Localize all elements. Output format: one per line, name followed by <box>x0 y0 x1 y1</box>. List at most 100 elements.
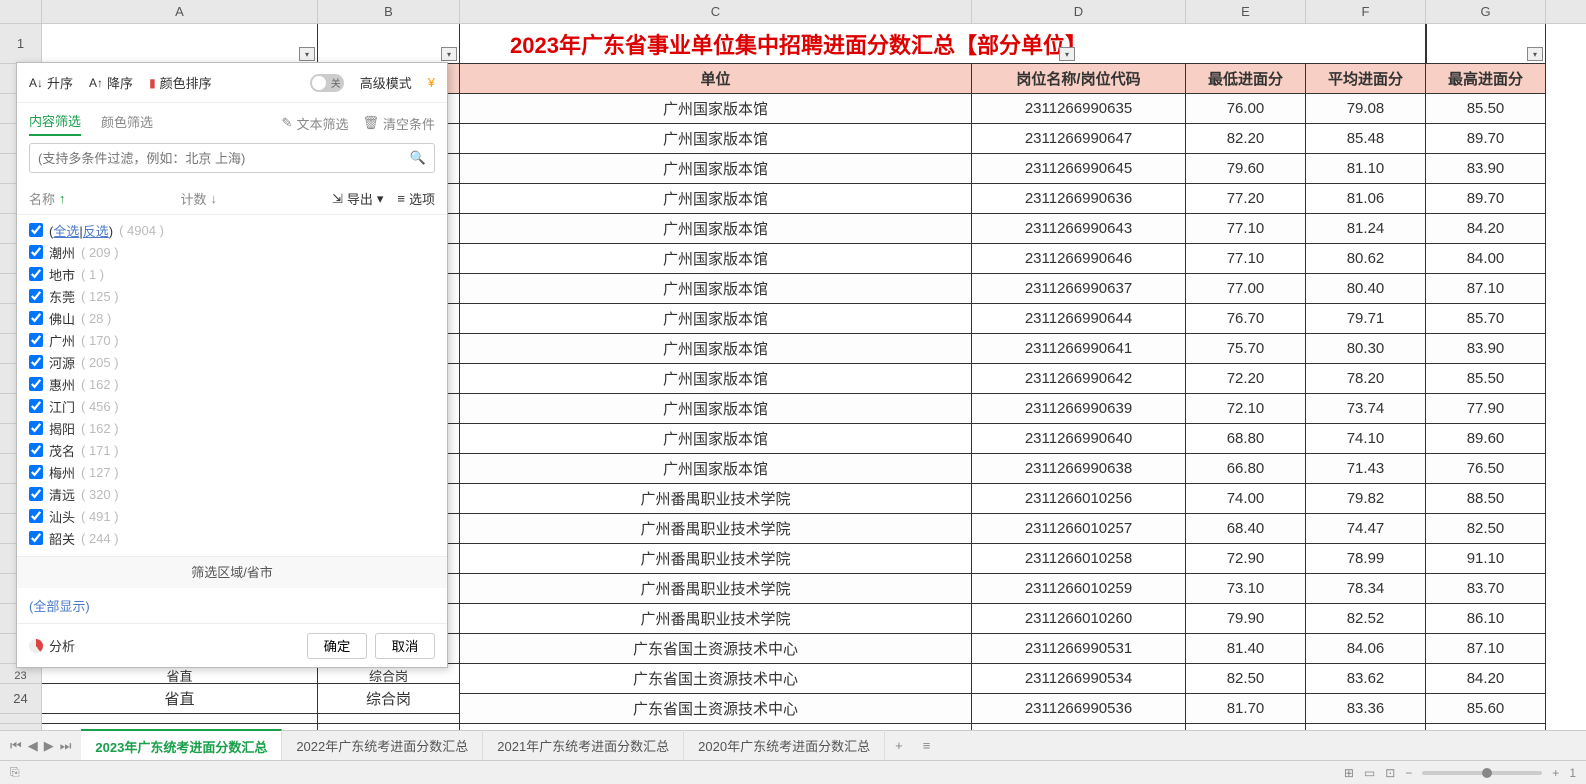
cell-min[interactable]: 81.40 <box>1186 634 1306 664</box>
cell-min[interactable]: 77.10 <box>1186 244 1306 274</box>
filter-item-checkbox[interactable] <box>29 289 43 303</box>
cell-avg[interactable]: 80.62 <box>1306 244 1426 274</box>
filter-item-list[interactable]: (全选|反选) ( 4904 ) 潮州( 209 )地市( 1 )东莞( 125… <box>17 215 447 556</box>
filter-list-item[interactable]: 茂名( 171 ) <box>29 439 435 461</box>
filter-dropdown-icon[interactable]: ▾ <box>1059 47 1075 61</box>
cell-max[interactable]: 89.70 <box>1426 124 1546 154</box>
sheet-tab-2023[interactable]: 2023年广东统考进面分数汇总 <box>81 729 282 762</box>
cell-code[interactable]: 2311266990536 <box>972 694 1186 724</box>
cell-code[interactable]: 2311266010257 <box>972 514 1186 544</box>
cell-min[interactable]: 68.80 <box>1186 424 1306 454</box>
cell-min[interactable]: 75.70 <box>1186 334 1306 364</box>
cell-max[interactable]: 87.10 <box>1426 634 1546 664</box>
cell-24-A[interactable]: 省直 <box>42 684 318 714</box>
sort-asc-button[interactable]: A↓升序 <box>29 73 73 92</box>
ok-button[interactable]: 确定 <box>307 633 367 659</box>
cell-code[interactable]: 2311266010256 <box>972 484 1186 514</box>
cell-24-B[interactable]: 综合岗 <box>318 684 460 714</box>
view-icon-1[interactable]: ⊞ <box>1344 766 1354 780</box>
cell-unit[interactable]: 广州国家版本馆 <box>460 184 972 214</box>
cell-avg[interactable]: 81.10 <box>1306 154 1426 184</box>
cell-avg[interactable]: 80.30 <box>1306 334 1426 364</box>
cell-min[interactable]: 77.00 <box>1186 274 1306 304</box>
cell-unit[interactable]: 广州番禺职业技术学院 <box>460 484 972 514</box>
filter-search-input[interactable] <box>38 151 410 166</box>
cell-min[interactable]: 76.70 <box>1186 304 1306 334</box>
sort-by-name[interactable]: 名称↑ <box>29 189 180 208</box>
cell-23-B[interactable]: 综合岗 <box>318 668 460 684</box>
row-header-23[interactable]: 23 <box>0 668 42 684</box>
cell-max[interactable]: 84.20 <box>1426 664 1546 694</box>
view-icon-3[interactable]: ⊡ <box>1385 766 1395 780</box>
col-header-E[interactable]: E <box>1186 0 1306 23</box>
cell-min[interactable]: 72.10 <box>1186 394 1306 424</box>
cell-avg[interactable]: 78.20 <box>1306 364 1426 394</box>
filter-item-checkbox[interactable] <box>29 465 43 479</box>
filter-list-item[interactable]: 清远( 320 ) <box>29 483 435 505</box>
cell-code[interactable]: 2311266990645 <box>972 154 1186 184</box>
cell-code[interactable]: 2311266990642 <box>972 364 1186 394</box>
options-button[interactable]: ≡选项 <box>397 189 435 208</box>
row-header-24[interactable]: 24 <box>0 684 42 714</box>
cell-max[interactable]: 88.50 <box>1426 484 1546 514</box>
select-all-checkbox[interactable] <box>29 223 43 237</box>
export-button[interactable]: ⇲导出▾ <box>332 189 383 208</box>
cell-max[interactable]: 91.10 <box>1426 544 1546 574</box>
cell-code[interactable]: 2311266990647 <box>972 124 1186 154</box>
cell-unit[interactable]: 广州番禺职业技术学院 <box>460 514 972 544</box>
cell-min[interactable]: 82.20 <box>1186 124 1306 154</box>
select-all-item[interactable]: (全选|反选) ( 4904 ) <box>29 219 435 241</box>
cell-unit[interactable]: 广州国家版本馆 <box>460 274 972 304</box>
cell-unit[interactable]: 广州国家版本馆 <box>460 244 972 274</box>
color-sort-button[interactable]: ▮颜色排序 <box>149 73 212 92</box>
cell-avg[interactable]: 85.48 <box>1306 124 1426 154</box>
filter-item-checkbox[interactable] <box>29 245 43 259</box>
clear-filter-button[interactable]: 🗑清空条件 <box>362 114 435 133</box>
cell-unit[interactable]: 广州国家版本馆 <box>460 124 972 154</box>
cell-unit[interactable]: 广州国家版本馆 <box>460 334 972 364</box>
filter-list-item[interactable]: 汕头( 491 ) <box>29 505 435 527</box>
filter-list-item[interactable]: 潮州( 209 ) <box>29 241 435 263</box>
filter-item-checkbox[interactable] <box>29 421 43 435</box>
cell-avg[interactable]: 74.10 <box>1306 424 1426 454</box>
col-header-C[interactable]: C <box>460 0 972 23</box>
cell-min[interactable]: 68.40 <box>1186 514 1306 544</box>
cell-min[interactable]: 66.80 <box>1186 454 1306 484</box>
nav-next-icon[interactable]: ▶ <box>44 738 54 754</box>
cell-min[interactable]: 72.20 <box>1186 364 1306 394</box>
tab-color-filter[interactable]: 颜色筛选 <box>101 112 153 135</box>
cell-unit[interactable]: 广东省国土资源技术中心 <box>460 664 972 694</box>
cell-unit[interactable]: 广州国家版本馆 <box>460 454 972 484</box>
cell-min[interactable]: 74.00 <box>1186 484 1306 514</box>
filter-item-checkbox[interactable] <box>29 443 43 457</box>
filter-item-checkbox[interactable] <box>29 355 43 369</box>
cell-code[interactable]: 2311266990640 <box>972 424 1186 454</box>
filter-list-item[interactable]: 韶关( 244 ) <box>29 527 435 549</box>
cell-max[interactable]: 83.70 <box>1426 574 1546 604</box>
filter-item-checkbox[interactable] <box>29 487 43 501</box>
title-cell-B[interactable]: ▾ <box>318 24 460 64</box>
sheet-tab-2022[interactable]: 2022年广东统考进面分数汇总 <box>282 730 483 761</box>
cell-avg[interactable]: 74.47 <box>1306 514 1426 544</box>
title-cell-G[interactable]: ▾ <box>1426 24 1546 64</box>
filter-dropdown-icon[interactable]: ▾ <box>441 47 457 61</box>
cell-max[interactable]: 85.50 <box>1426 94 1546 124</box>
cell-max[interactable]: 83.90 <box>1426 334 1546 364</box>
header-avg[interactable]: 平均进面分 <box>1306 64 1426 94</box>
filter-list-item[interactable]: 广州( 170 ) <box>29 329 435 351</box>
filter-dropdown-icon[interactable]: ▾ <box>299 47 315 61</box>
cell-avg[interactable]: 73.74 <box>1306 394 1426 424</box>
cell-avg[interactable]: 80.40 <box>1306 274 1426 304</box>
cell-max[interactable]: 86.10 <box>1426 604 1546 634</box>
cell-max[interactable]: 87.10 <box>1426 274 1546 304</box>
filter-search-box[interactable]: 🔍 <box>29 143 435 173</box>
cell-unit[interactable]: 广州国家版本馆 <box>460 364 972 394</box>
cell-unit[interactable]: 广东省国土资源技术中心 <box>460 634 972 664</box>
cell-min[interactable]: 81.70 <box>1186 694 1306 724</box>
cell-code[interactable]: 2311266990638 <box>972 454 1186 484</box>
filter-item-checkbox[interactable] <box>29 377 43 391</box>
cell-avg[interactable]: 83.62 <box>1306 664 1426 694</box>
filter-item-checkbox[interactable] <box>29 333 43 347</box>
filter-list-item[interactable]: 河源( 205 ) <box>29 351 435 373</box>
cell-max[interactable]: 76.50 <box>1426 454 1546 484</box>
